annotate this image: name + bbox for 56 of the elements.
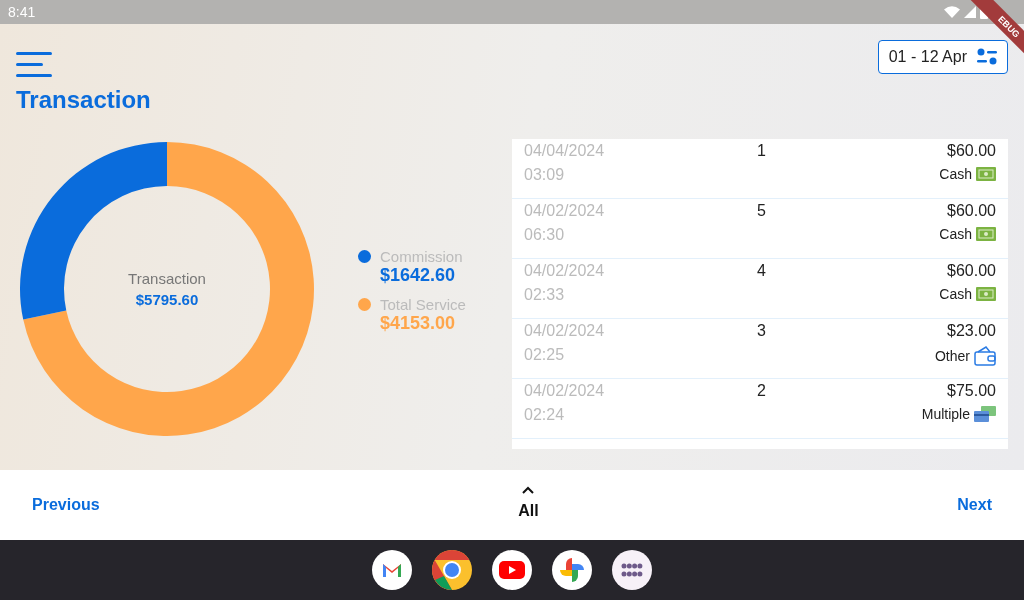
transaction-amount: $60.00 <box>947 142 996 160</box>
transaction-count: 3 <box>757 322 767 340</box>
transaction-row[interactable]: 04/02/2024 06:30 5 $60.00 Cash <box>512 199 1008 259</box>
transaction-count: 4 <box>757 262 767 280</box>
mail-app-icon[interactable] <box>372 550 412 590</box>
banknote-icon <box>976 287 996 301</box>
chevron-up-icon <box>522 486 535 494</box>
page-title: Transaction <box>16 86 152 114</box>
transaction-time: 02:24 <box>524 406 566 424</box>
previous-link[interactable]: Previous <box>32 496 100 514</box>
payment-method: Cash <box>939 286 972 302</box>
transaction-count: 2 <box>757 382 767 400</box>
status-time: 8:41 <box>8 4 36 20</box>
transaction-time: 06:30 <box>524 226 566 244</box>
app-drawer-icon[interactable] <box>612 550 652 590</box>
transaction-row[interactable]: 04/02/2024 02:24 2 $75.00 Multiple <box>512 379 1008 439</box>
filter-icon <box>977 48 997 66</box>
transaction-date: 04/04/2024 <box>524 142 606 160</box>
banknote-icon <box>976 167 996 181</box>
transaction-amount: $75.00 <box>947 382 996 400</box>
wallet-icon <box>974 346 996 366</box>
payment-method: Multiple <box>921 406 970 422</box>
payment-method: Cash <box>939 166 972 182</box>
pinwheel-app-icon[interactable] <box>552 550 592 590</box>
transaction-amount: $60.00 <box>947 262 996 280</box>
transaction-row[interactable]: 04/04/2024 03:09 1 $60.00 Cash <box>512 139 1008 199</box>
transaction-amount: $60.00 <box>947 202 996 220</box>
card-and-cash-icon <box>974 406 996 422</box>
transaction-amount: $23.00 <box>947 322 996 340</box>
banknote-icon <box>976 227 996 241</box>
transaction-time: 02:25 <box>524 346 566 364</box>
date-range-button[interactable]: 01 - 12 Apr <box>877 40 1008 74</box>
chart-center-label: Transaction <box>128 270 206 287</box>
transaction-count: 5 <box>757 202 767 220</box>
chart-center-value: $5795.60 <box>135 291 199 308</box>
signal-icon <box>964 6 976 18</box>
transaction-row[interactable]: 04/02/2024 02:25 3 $23.00 Other <box>512 319 1008 379</box>
transaction-time: 02:33 <box>524 286 566 304</box>
transaction-date: 04/02/2024 <box>524 322 606 340</box>
transaction-date: 04/02/2024 <box>524 202 606 220</box>
transaction-count: 1 <box>757 142 767 160</box>
menu-button[interactable] <box>16 52 52 78</box>
video-app-icon[interactable] <box>492 550 532 590</box>
transaction-date: 04/02/2024 <box>524 262 606 280</box>
legend-value: $1642.60 <box>380 265 457 286</box>
wifi-icon <box>944 6 960 18</box>
legend-value: $4153.00 <box>380 313 457 334</box>
filter-selector[interactable]: All <box>518 502 539 520</box>
next-link[interactable]: Next <box>957 496 992 514</box>
menu-icon <box>16 52 52 78</box>
browser-app-icon[interactable] <box>432 550 472 590</box>
payment-method: Other <box>935 348 970 364</box>
transaction-date: 04/02/2024 <box>524 382 606 400</box>
payment-method: Cash <box>939 226 972 242</box>
transaction-row[interactable]: 04/02/2024 02:33 4 $60.00 Cash <box>512 259 1008 319</box>
transaction-time: 03:09 <box>524 166 566 184</box>
